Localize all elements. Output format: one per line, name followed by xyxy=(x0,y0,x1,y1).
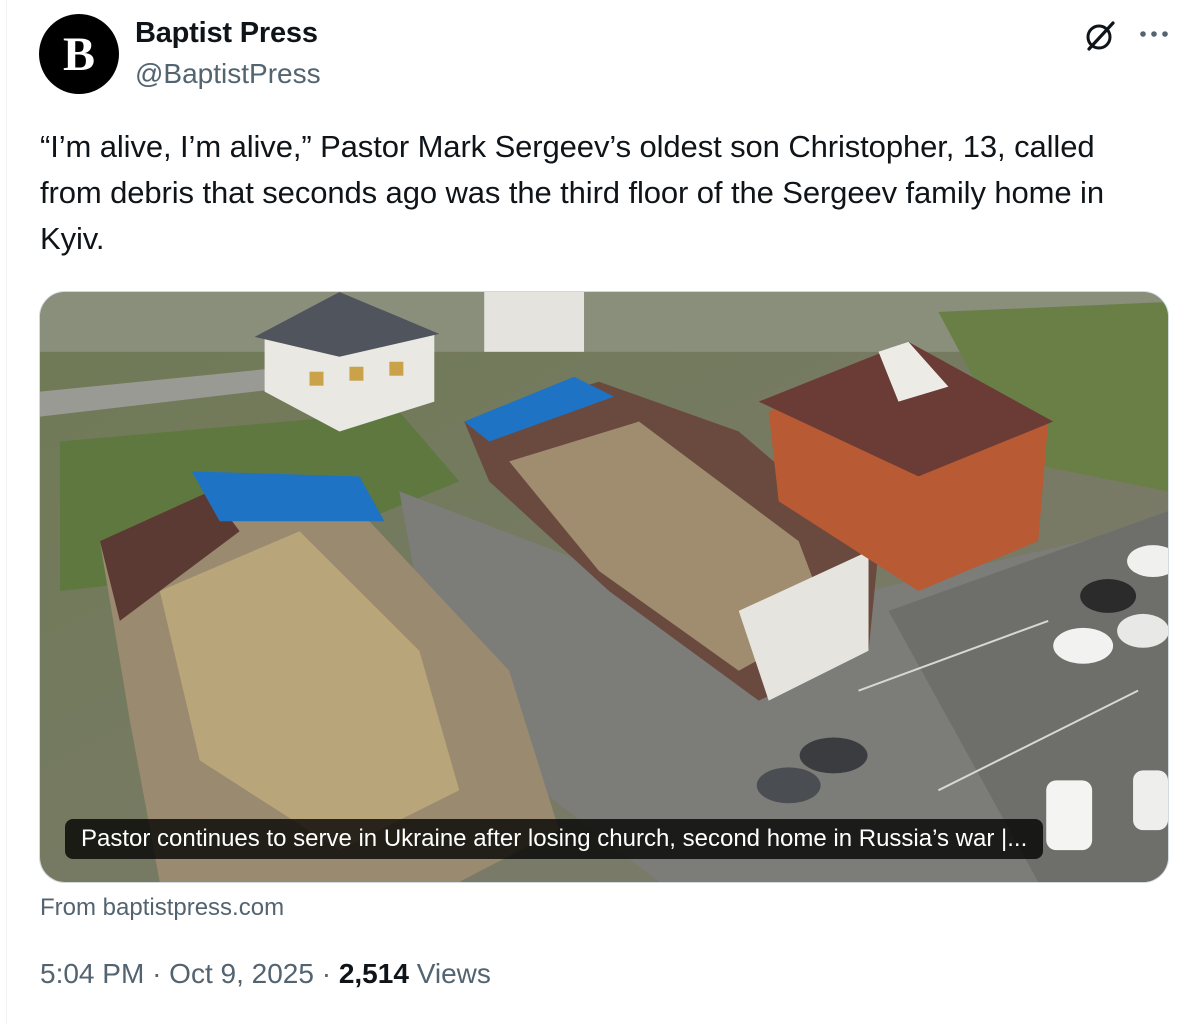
timeline-divider xyxy=(6,0,7,1024)
avatar[interactable]: B xyxy=(39,14,119,94)
author-display-name[interactable]: Baptist Press xyxy=(135,17,318,50)
grok-icon[interactable] xyxy=(1082,18,1118,54)
link-card-caption[interactable]: Pastor continues to serve in Ukraine aft… xyxy=(65,819,1044,859)
tweet-meta: 5:04 PM · Oct 9, 2025 · 2,514 Views xyxy=(40,958,491,990)
views-label: Views xyxy=(416,958,491,989)
link-source[interactable]: From baptistpress.com xyxy=(40,894,284,922)
avatar-letter: B xyxy=(62,27,95,81)
tweet-text: “I’m alive, I’m alive,” Pastor Mark Serg… xyxy=(40,129,1104,256)
author-handle[interactable]: @BaptistPress xyxy=(135,58,321,90)
meta-separator: · xyxy=(152,958,162,989)
meta-separator: · xyxy=(321,958,332,989)
tweet-date[interactable]: Oct 9, 2025 xyxy=(169,958,314,989)
link-card[interactable]: Pastor continues to serve in Ukraine aft… xyxy=(39,291,1169,883)
views-count: 2,514 xyxy=(338,958,409,989)
more-options-icon[interactable] xyxy=(1138,26,1170,42)
link-card-image[interactable] xyxy=(40,292,1168,882)
tweet-time[interactable]: 5:04 PM xyxy=(40,958,144,989)
